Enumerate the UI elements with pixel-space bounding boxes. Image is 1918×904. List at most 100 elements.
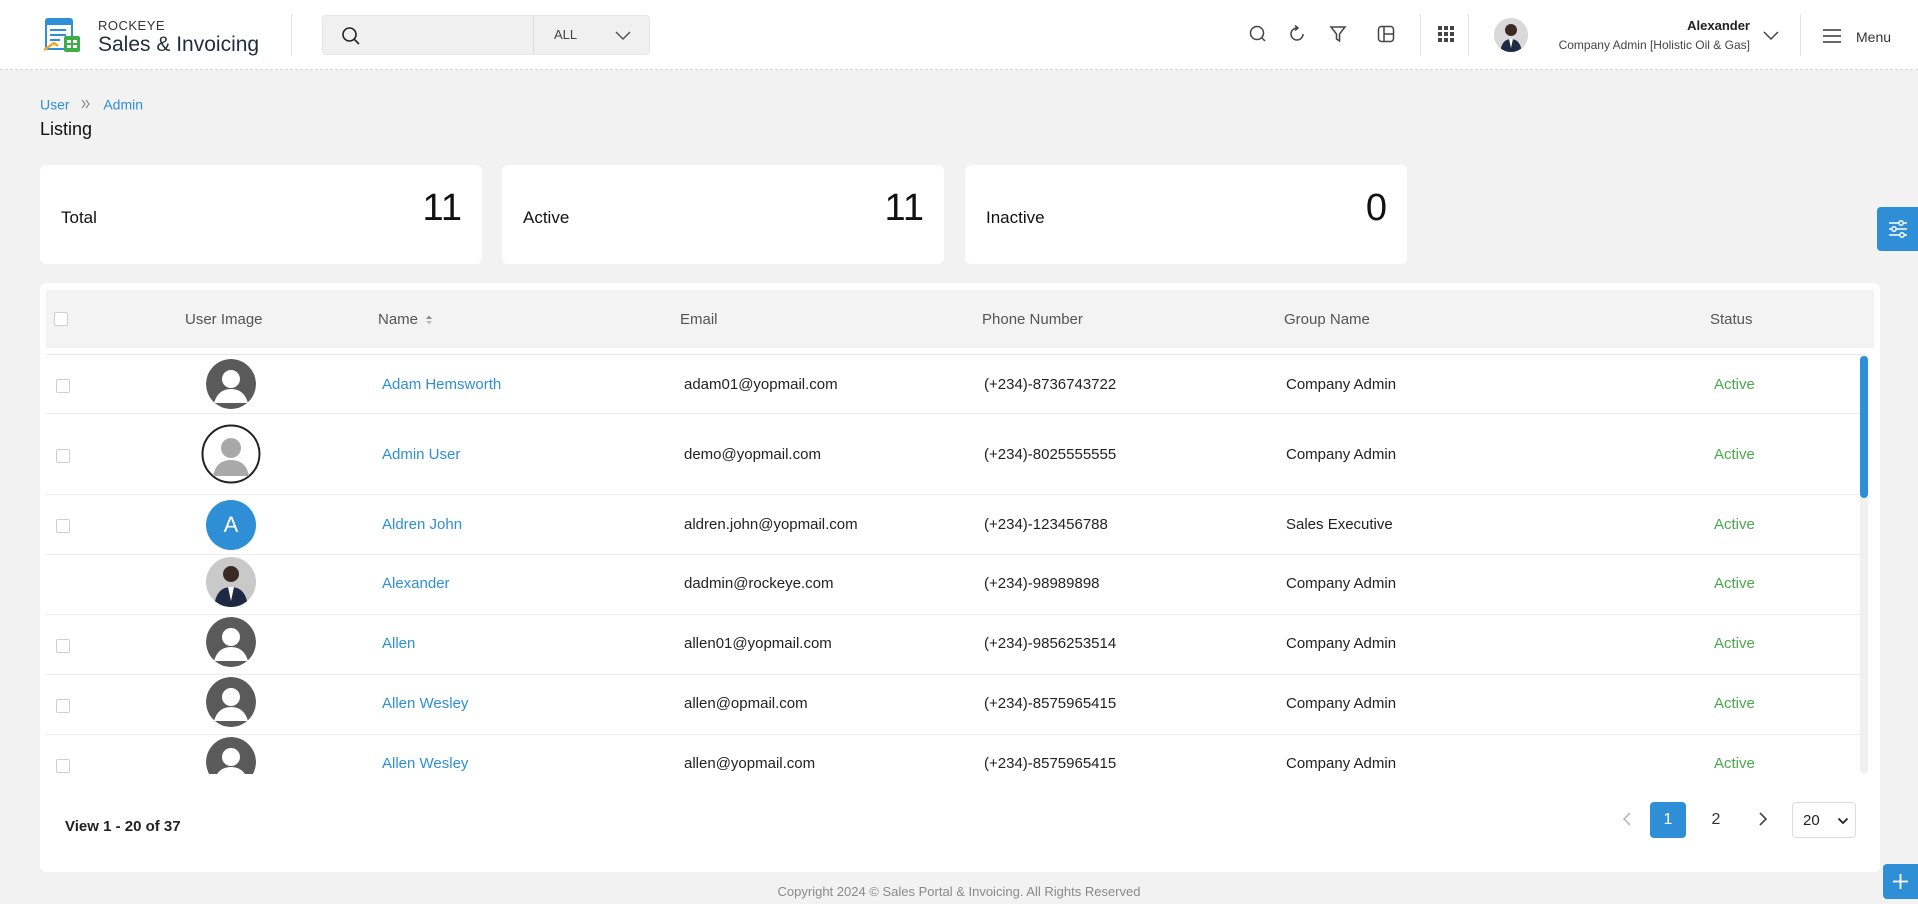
page-button-current[interactable]: 1 bbox=[1650, 802, 1686, 838]
header-divider bbox=[1468, 14, 1469, 56]
page-title: Listing bbox=[40, 119, 93, 139]
column-header-email: Email bbox=[680, 311, 718, 328]
apps-grid-icon[interactable] bbox=[1436, 24, 1456, 44]
header-divider bbox=[291, 14, 292, 56]
search-icon[interactable] bbox=[1248, 24, 1268, 44]
row-checkbox[interactable] bbox=[56, 639, 70, 653]
breadcrumb: User Admin bbox=[40, 95, 143, 112]
user-group: Sales Executive bbox=[1286, 516, 1393, 533]
row-checkbox[interactable] bbox=[56, 699, 70, 713]
add-user-button[interactable] bbox=[1883, 864, 1918, 899]
user-name: Alexander bbox=[1687, 18, 1750, 33]
user-email: allen@opmail.com bbox=[684, 695, 808, 712]
sort-icon[interactable] bbox=[424, 314, 434, 326]
app-logo-icon[interactable] bbox=[44, 16, 82, 54]
status-badge: Active bbox=[1714, 635, 1755, 652]
user-avatar[interactable] bbox=[1494, 18, 1528, 52]
status-badge: Active bbox=[1714, 446, 1755, 463]
column-header-status: Status bbox=[1710, 311, 1753, 328]
layout-icon[interactable] bbox=[1376, 24, 1396, 44]
pagination-summary: View 1 - 20 of 37 bbox=[65, 818, 181, 835]
header-divider bbox=[1800, 14, 1801, 56]
search-scope-dropdown[interactable]: ALL bbox=[533, 16, 651, 54]
user-name-link[interactable]: Allen Wesley bbox=[382, 695, 468, 712]
stat-card-inactive[interactable]: Inactive 0 bbox=[965, 165, 1407, 264]
row-checkbox[interactable] bbox=[56, 449, 70, 463]
menu-label: Menu bbox=[1856, 29, 1892, 45]
table-scrollbar[interactable] bbox=[1860, 354, 1868, 774]
sliders-icon bbox=[1889, 220, 1907, 238]
table-row[interactable]: Alexander dadmin@rockeye.com (+234)-9898… bbox=[46, 555, 1866, 615]
column-header-image: User Image bbox=[185, 311, 263, 328]
column-header-name[interactable]: Name bbox=[378, 311, 434, 328]
breadcrumb-admin[interactable]: Admin bbox=[103, 96, 143, 112]
user-name-link[interactable]: Admin User bbox=[382, 446, 460, 463]
page-size-select[interactable]: 20 bbox=[1792, 802, 1856, 838]
stat-card-active[interactable]: Active 11 bbox=[502, 165, 944, 264]
scrollbar-thumb[interactable] bbox=[1860, 356, 1868, 498]
user-photo-avatar bbox=[206, 557, 256, 607]
user-phone: (+234)-8025555555 bbox=[984, 446, 1117, 463]
user-placeholder-avatar bbox=[206, 737, 256, 774]
plus-icon bbox=[1893, 874, 1908, 889]
stat-label: Total bbox=[61, 208, 97, 227]
user-phone: (+234)-123456788 bbox=[984, 516, 1108, 533]
table-row[interactable]: Admin User demo@yopmail.com (+234)-80255… bbox=[46, 414, 1866, 495]
status-badge: Active bbox=[1714, 516, 1755, 533]
select-all-checkbox[interactable] bbox=[54, 312, 68, 326]
chevron-left-icon[interactable] bbox=[1610, 802, 1644, 836]
user-group: Company Admin bbox=[1286, 695, 1397, 712]
status-badge: Active bbox=[1714, 755, 1755, 772]
table-row[interactable]: Allen Wesley allen@yopmail.com (+234)-85… bbox=[46, 735, 1866, 774]
table-row[interactable]: Allen allen01@yopmail.com (+234)-9856253… bbox=[46, 615, 1866, 675]
user-name-link[interactable]: Adam Hemsworth bbox=[382, 376, 501, 393]
menu-button[interactable]: Menu bbox=[1822, 26, 1902, 48]
global-search: ALL bbox=[322, 15, 650, 55]
stat-label: Active bbox=[523, 208, 570, 227]
user-name-link[interactable]: Alexander bbox=[382, 575, 450, 592]
user-group: Company Admin bbox=[1286, 376, 1397, 393]
row-checkbox[interactable] bbox=[56, 759, 70, 773]
chevron-down-icon bbox=[1837, 817, 1849, 825]
column-header-name-label: Name bbox=[378, 311, 419, 328]
user-table-panel: User Image Name Email Phone Number Group… bbox=[40, 283, 1880, 872]
column-settings-button[interactable] bbox=[1877, 207, 1918, 251]
refresh-icon[interactable] bbox=[1287, 24, 1307, 44]
stat-value: 0 bbox=[1365, 187, 1387, 229]
user-group: Company Admin bbox=[1286, 575, 1397, 592]
top-bar: ROCKEYE Sales & Invoicing ALL Alexander … bbox=[0, 0, 1918, 70]
table-header: User Image Name Email Phone Number Group… bbox=[46, 290, 1874, 348]
table-row[interactable]: Adam Hemsworth adam01@yopmail.com (+234)… bbox=[46, 355, 1866, 414]
user-name-link[interactable]: Allen Wesley bbox=[382, 755, 468, 772]
user-role: Company Admin [Holistic Oil & Gas] bbox=[1558, 38, 1750, 52]
chevron-right-icon[interactable] bbox=[1746, 802, 1780, 836]
column-header-phone: Phone Number bbox=[982, 311, 1083, 328]
filter-icon[interactable] bbox=[1328, 24, 1348, 44]
user-placeholder-avatar bbox=[206, 617, 256, 667]
table-row[interactable]: A Aldren John aldren.john@yopmail.com (+… bbox=[46, 495, 1866, 555]
table-row[interactable]: Allen Wesley allen@opmail.com (+234)-857… bbox=[46, 675, 1866, 735]
user-email: allen01@yopmail.com bbox=[684, 635, 832, 652]
stat-card-total[interactable]: Total 11 bbox=[40, 165, 482, 264]
search-icon[interactable] bbox=[341, 26, 361, 46]
breadcrumb-user[interactable]: User bbox=[40, 96, 70, 112]
row-checkbox[interactable] bbox=[56, 519, 70, 533]
user-email: adam01@yopmail.com bbox=[684, 376, 838, 393]
user-name-link[interactable]: Aldren John bbox=[382, 516, 462, 533]
stat-value: 11 bbox=[422, 187, 462, 229]
page-button-2[interactable]: 2 bbox=[1698, 802, 1734, 838]
user-phone: (+234)-8575965415 bbox=[984, 755, 1117, 772]
user-placeholder-avatar bbox=[206, 677, 256, 727]
user-name-link[interactable]: Allen bbox=[382, 635, 415, 652]
user-phone: (+234)-98989898 bbox=[984, 575, 1100, 592]
row-checkbox[interactable] bbox=[56, 379, 70, 393]
status-badge: Active bbox=[1714, 695, 1755, 712]
user-email: demo@yopmail.com bbox=[684, 446, 821, 463]
table-body: Adam Hemsworth adam01@yopmail.com (+234)… bbox=[46, 354, 1866, 774]
chevron-down-icon[interactable] bbox=[1762, 28, 1780, 42]
user-phone: (+234)-9856253514 bbox=[984, 635, 1117, 652]
header-divider bbox=[1420, 14, 1421, 56]
status-badge: Active bbox=[1714, 575, 1755, 592]
user-group: Company Admin bbox=[1286, 446, 1397, 463]
user-phone: (+234)-8736743722 bbox=[984, 376, 1117, 393]
